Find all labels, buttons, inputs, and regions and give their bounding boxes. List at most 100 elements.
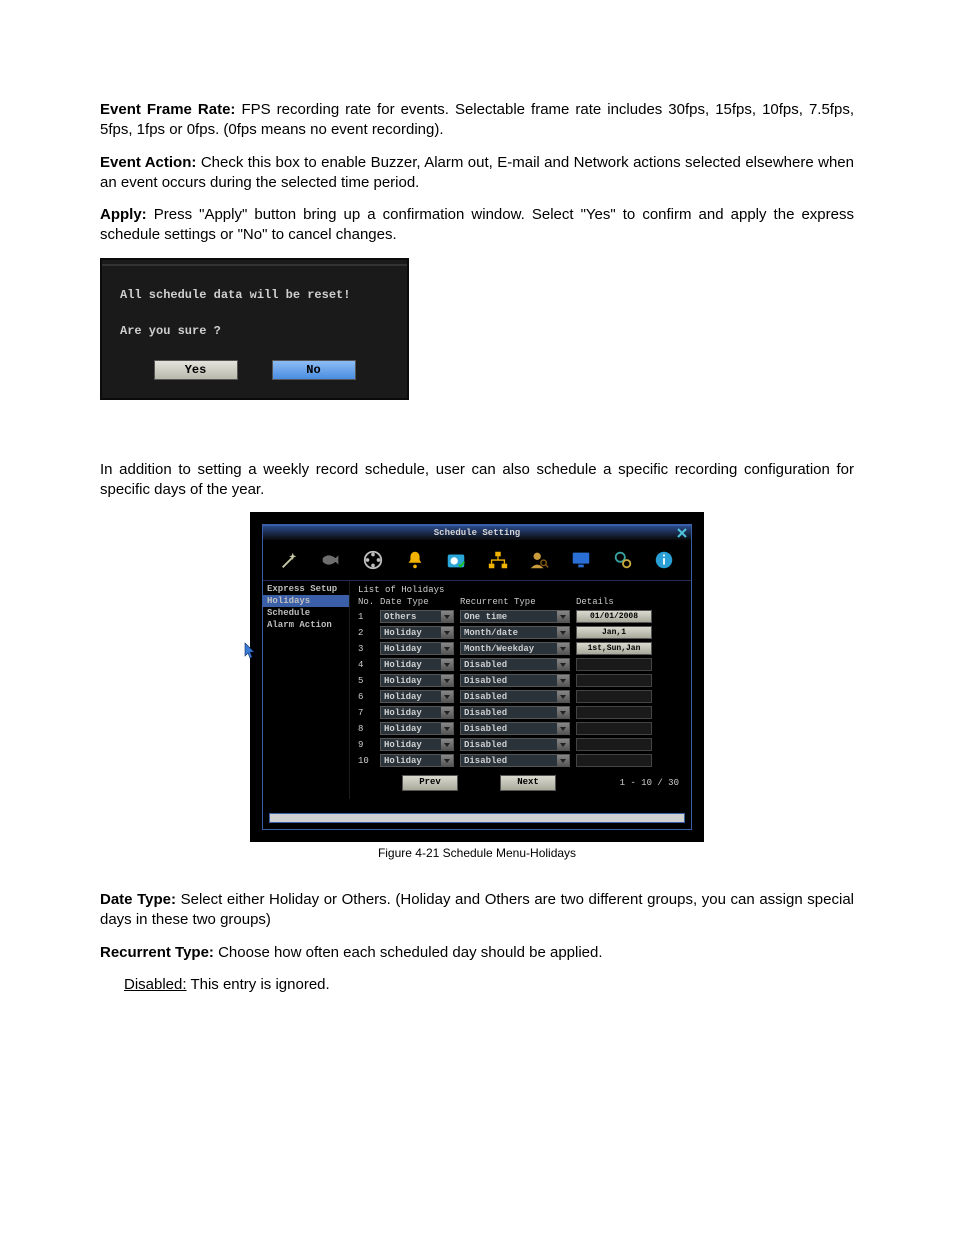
details-button[interactable]: 01/01/2008 [576, 610, 652, 623]
wand-icon[interactable] [278, 548, 302, 572]
next-button[interactable]: Next [500, 775, 556, 791]
info-icon[interactable] [652, 548, 676, 572]
row-no: 3 [358, 644, 374, 654]
network-icon[interactable] [486, 548, 510, 572]
table-row: 4 Holiday Disabled [358, 658, 685, 671]
date-type-select[interactable]: Holiday [380, 690, 454, 703]
table-row: 10 Holiday Disabled [358, 754, 685, 767]
row-no: 8 [358, 724, 374, 734]
date-type-select[interactable]: Holiday [380, 626, 454, 639]
recurrent-type-select[interactable]: Disabled [460, 722, 570, 735]
chevron-down-icon [441, 707, 453, 718]
yes-button[interactable]: Yes [154, 360, 238, 380]
date-type-select[interactable]: Holiday [380, 754, 454, 767]
confirm-line1: All schedule data will be reset! [120, 288, 389, 302]
recurrent-type-select[interactable]: Month/Weekday [460, 642, 570, 655]
row-no: 10 [358, 756, 374, 766]
prev-button[interactable]: Prev [402, 775, 458, 791]
details-button[interactable]: Jan,1 [576, 626, 652, 639]
chevron-down-icon [441, 611, 453, 622]
details-button[interactable]: 1st,Sun,Jan [576, 642, 652, 655]
reel-icon[interactable] [361, 548, 385, 572]
row-no: 4 [358, 660, 374, 670]
para-event-frame-rate: Event Frame Rate: FPS recording rate for… [100, 100, 854, 141]
recurrent-type-select[interactable]: Disabled [460, 754, 570, 767]
page-counter: 1 - 10 / 30 [620, 778, 685, 788]
table-row: 7 Holiday Disabled [358, 706, 685, 719]
chevron-down-icon [441, 723, 453, 734]
camera-icon[interactable] [319, 548, 343, 572]
table-row: 1 Others One time 01/01/2008 [358, 610, 685, 623]
recurrent-type-select[interactable]: Disabled [460, 674, 570, 687]
progress-bar [269, 813, 685, 823]
date-type-select[interactable]: Holiday [380, 674, 454, 687]
para-disabled: Disabled: This entry is ignored. [100, 975, 854, 995]
confirm-line2: Are you sure ? [120, 324, 389, 338]
chevron-down-icon [557, 707, 569, 718]
chevron-down-icon [557, 659, 569, 670]
cursor-icon [244, 642, 256, 660]
date-type-select[interactable]: Holiday [380, 642, 454, 655]
table-row: 3 Holiday Month/Weekday 1st,Sun,Jan [358, 642, 685, 655]
table-row: 2 Holiday Month/date Jan,1 [358, 626, 685, 639]
recurrent-type-select[interactable]: Disabled [460, 738, 570, 751]
details-empty [576, 658, 652, 671]
details-empty [576, 754, 652, 767]
date-type-select[interactable]: Holiday [380, 706, 454, 719]
recurrent-type-select[interactable]: Disabled [460, 690, 570, 703]
no-button[interactable]: No [272, 360, 356, 380]
clock-check-icon[interactable] [444, 548, 468, 572]
toolbar [263, 540, 691, 581]
list-title: List of Holidays [358, 585, 685, 595]
chevron-down-icon [557, 675, 569, 686]
close-icon[interactable] [676, 527, 688, 539]
para-holidays-intro: In addition to setting a weekly record s… [100, 460, 854, 501]
schedule-window: Schedule Setting Express Setup Holidays … [250, 512, 704, 842]
sidebar-item-holidays[interactable]: Holidays [263, 595, 349, 607]
details-empty [576, 674, 652, 687]
sidebar-item-alarm[interactable]: Alarm Action [263, 619, 349, 631]
sidebar: Express Setup Holidays Schedule Alarm Ac… [263, 581, 350, 799]
recurrent-type-select[interactable]: Disabled [460, 706, 570, 719]
chevron-down-icon [557, 627, 569, 638]
row-no: 9 [358, 740, 374, 750]
para-recurrent-type: Recurrent Type: Choose how often each sc… [100, 943, 854, 963]
chevron-down-icon [441, 675, 453, 686]
user-search-icon[interactable] [527, 548, 551, 572]
window-title: Schedule Setting [263, 526, 691, 540]
holidays-panel: List of Holidays No. Date Type Recurrent… [350, 581, 691, 799]
sidebar-item-schedule[interactable]: Schedule [263, 607, 349, 619]
chevron-down-icon [557, 643, 569, 654]
confirm-dialog: All schedule data will be reset! Are you… [100, 258, 409, 400]
recurrent-type-select[interactable]: One time [460, 610, 570, 623]
row-no: 5 [358, 676, 374, 686]
recurrent-type-select[interactable]: Month/date [460, 626, 570, 639]
chevron-down-icon [557, 691, 569, 702]
date-type-select[interactable]: Others [380, 610, 454, 623]
details-empty [576, 706, 652, 719]
para-apply: Apply: Press "Apply" button bring up a c… [100, 205, 854, 246]
monitor-icon[interactable] [569, 548, 593, 572]
bell-icon[interactable] [403, 548, 427, 572]
figure-caption: Figure 4-21 Schedule Menu-Holidays [100, 846, 854, 860]
para-event-action: Event Action: Check this box to enable B… [100, 153, 854, 194]
chevron-down-icon [441, 691, 453, 702]
date-type-select[interactable]: Holiday [380, 658, 454, 671]
details-empty [576, 690, 652, 703]
details-empty [576, 738, 652, 751]
chevron-down-icon [441, 643, 453, 654]
row-no: 2 [358, 628, 374, 638]
header-row: No. Date Type Recurrent Type Details [358, 597, 685, 607]
recurrent-type-select[interactable]: Disabled [460, 658, 570, 671]
gear-icon[interactable] [611, 548, 635, 572]
row-no: 7 [358, 708, 374, 718]
sidebar-item-express[interactable]: Express Setup [263, 583, 349, 595]
date-type-select[interactable]: Holiday [380, 738, 454, 751]
chevron-down-icon [441, 739, 453, 750]
chevron-down-icon [441, 659, 453, 670]
date-type-select[interactable]: Holiday [380, 722, 454, 735]
row-no: 1 [358, 612, 374, 622]
para-date-type: Date Type: Select either Holiday or Othe… [100, 890, 854, 931]
chevron-down-icon [441, 627, 453, 638]
table-row: 9 Holiday Disabled [358, 738, 685, 751]
